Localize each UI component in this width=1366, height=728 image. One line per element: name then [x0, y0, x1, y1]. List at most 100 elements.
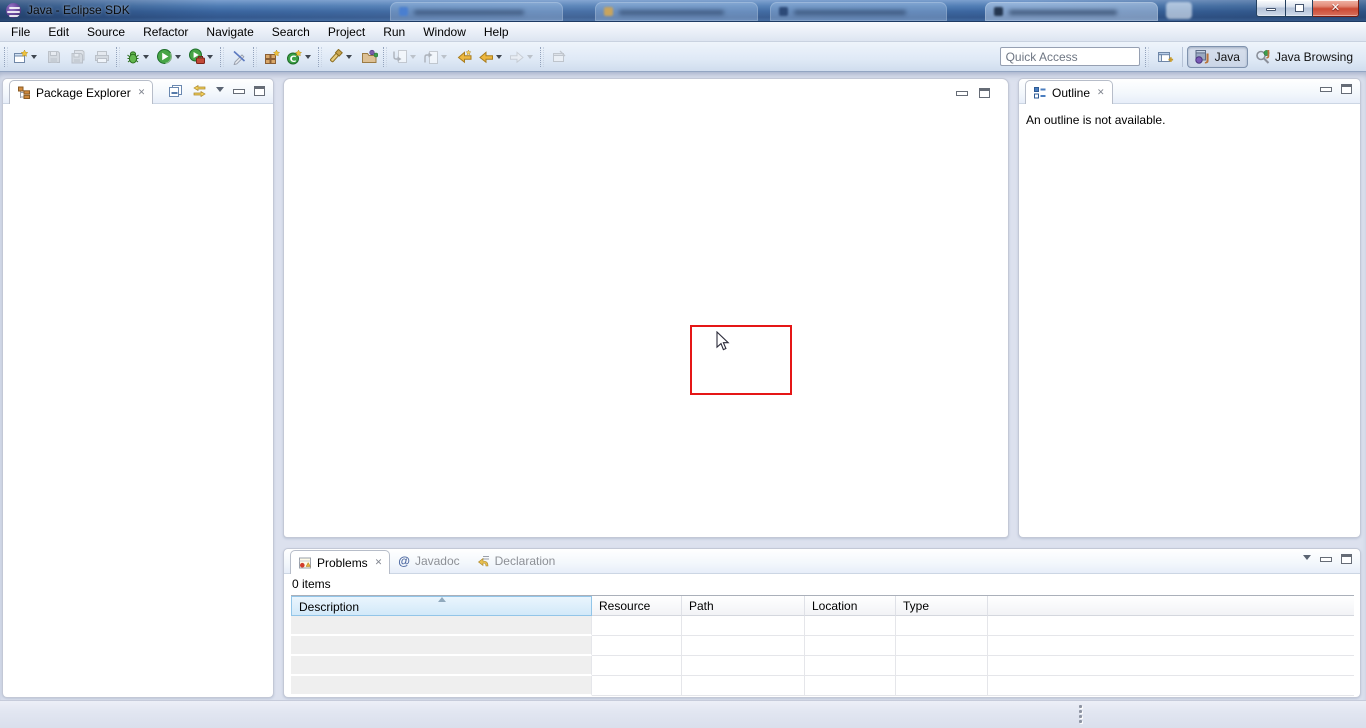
menu-help[interactable]: Help [475, 22, 518, 42]
menu-refactor[interactable]: Refactor [134, 22, 197, 42]
perspective-java-browsing-button[interactable]: J Java Browsing [1248, 46, 1360, 68]
ghost-browser-tab [390, 2, 563, 21]
save-all-button [66, 45, 90, 69]
collapse-all-icon[interactable] [168, 84, 183, 98]
svg-text:C: C [290, 55, 297, 65]
run-button[interactable] [154, 45, 186, 69]
restore-button[interactable] [1285, 0, 1313, 17]
new-class-button[interactable]: C [284, 45, 316, 69]
menu-bar: File Edit Source Refactor Navigate Searc… [0, 22, 1366, 42]
maximize-view-icon[interactable] [254, 86, 265, 96]
dropdown-arrow-icon[interactable] [143, 55, 149, 59]
ghost-browser-tab [595, 2, 758, 21]
dropdown-arrow-icon [527, 55, 533, 59]
menu-project[interactable]: Project [319, 22, 374, 42]
splitter-handle-icon[interactable] [1079, 705, 1082, 723]
maximize-view-icon[interactable] [979, 88, 990, 98]
minimize-view-icon[interactable] [233, 89, 245, 94]
run-external-tools-button[interactable] [186, 45, 218, 69]
column-path[interactable]: Path [682, 596, 805, 616]
save-button [42, 45, 66, 69]
table-row[interactable] [291, 656, 1354, 676]
dropdown-arrow-icon[interactable] [346, 55, 352, 59]
ghost-browser-tab [770, 2, 947, 21]
open-perspective-icon [1157, 49, 1174, 65]
minimize-view-icon[interactable] [1320, 87, 1332, 92]
package-explorer-header: Package Explorer ✕ [3, 79, 273, 104]
tab-package-explorer[interactable]: Package Explorer ✕ [9, 80, 153, 104]
restore-icon [1295, 4, 1304, 12]
menu-source[interactable]: Source [78, 22, 134, 42]
browser-tab-icon [604, 7, 613, 16]
dropdown-arrow-icon[interactable] [31, 55, 37, 59]
tab-javadoc[interactable]: @ Javadoc [390, 549, 467, 573]
minimize-view-icon[interactable] [1320, 557, 1332, 562]
window-title: Java - Eclipse SDK [27, 3, 130, 17]
new-wizard-icon [13, 49, 29, 65]
tab-outline[interactable]: Outline ✕ [1025, 80, 1113, 104]
editor-area[interactable] [283, 78, 1009, 538]
main-toolbar: C [0, 42, 1366, 72]
open-type-button[interactable] [357, 45, 381, 69]
workspace: Package Explorer ✕ Ou [0, 72, 1366, 700]
menu-navigate[interactable]: Navigate [197, 22, 262, 42]
link-with-editor-icon[interactable] [192, 84, 207, 98]
browser-tab-icon [399, 7, 408, 16]
dropdown-arrow-icon[interactable] [175, 55, 181, 59]
menu-edit[interactable]: Edit [39, 22, 78, 42]
new-java-project-icon [264, 49, 281, 65]
menu-search[interactable]: Search [263, 22, 319, 42]
previous-annotation-button [421, 45, 452, 69]
tab-label: Javadoc [415, 554, 460, 568]
table-row[interactable] [291, 636, 1354, 656]
menu-window[interactable]: Window [414, 22, 475, 42]
new-wizard-button[interactable] [11, 45, 42, 69]
view-menu-icon[interactable] [216, 87, 224, 92]
open-perspective-button[interactable] [1154, 45, 1178, 69]
perspective-java-button[interactable]: J Java [1187, 46, 1248, 68]
run-icon [156, 48, 173, 65]
print-button [90, 45, 114, 69]
maximize-view-icon[interactable] [1341, 554, 1352, 564]
outline-icon [1033, 86, 1047, 100]
column-location[interactable]: Location [805, 596, 896, 616]
column-resource[interactable]: Resource [592, 596, 682, 616]
package-explorer-content[interactable] [3, 104, 273, 697]
problems-table: Description Resource Path Location Type [291, 595, 1354, 696]
maximize-view-icon[interactable] [1341, 84, 1352, 94]
dropdown-arrow-icon[interactable] [305, 55, 311, 59]
mark-occurrences-button[interactable] [227, 45, 251, 69]
back-button[interactable] [476, 45, 507, 69]
close-icon[interactable]: ✕ [1095, 88, 1105, 97]
ghost-fragment [1166, 2, 1192, 19]
quick-access-input[interactable] [1000, 47, 1140, 66]
dropdown-arrow-icon [441, 55, 447, 59]
close-icon[interactable]: ✕ [136, 88, 146, 97]
tab-problems[interactable]: Problems ✕ [290, 550, 390, 574]
last-edit-location-button[interactable] [452, 45, 476, 69]
menu-file[interactable]: File [2, 22, 39, 42]
editor-tools [956, 88, 990, 98]
close-button[interactable]: ✕ [1313, 0, 1359, 17]
column-description[interactable]: Description [291, 596, 592, 616]
minimize-button[interactable] [1256, 0, 1285, 17]
close-icon: ✕ [1331, 3, 1340, 14]
minimize-view-icon[interactable] [956, 91, 968, 96]
save-icon [46, 49, 62, 65]
table-row[interactable] [291, 676, 1354, 696]
close-icon[interactable]: ✕ [373, 558, 383, 567]
new-java-project-button[interactable] [260, 45, 284, 69]
column-filler [988, 596, 1354, 616]
dropdown-arrow-icon[interactable] [496, 55, 502, 59]
view-menu-icon[interactable] [1303, 555, 1311, 560]
menu-run[interactable]: Run [374, 22, 414, 42]
title-bar: Java - Eclipse SDK ✕ [0, 0, 1366, 22]
search-button[interactable] [325, 45, 357, 69]
mark-occurrences-icon [231, 49, 247, 65]
tab-declaration[interactable]: Declaration [468, 549, 564, 573]
new-class-icon: C [286, 49, 303, 65]
table-row[interactable] [291, 616, 1354, 636]
debug-button[interactable] [123, 45, 154, 69]
column-type[interactable]: Type [896, 596, 988, 616]
dropdown-arrow-icon[interactable] [207, 55, 213, 59]
